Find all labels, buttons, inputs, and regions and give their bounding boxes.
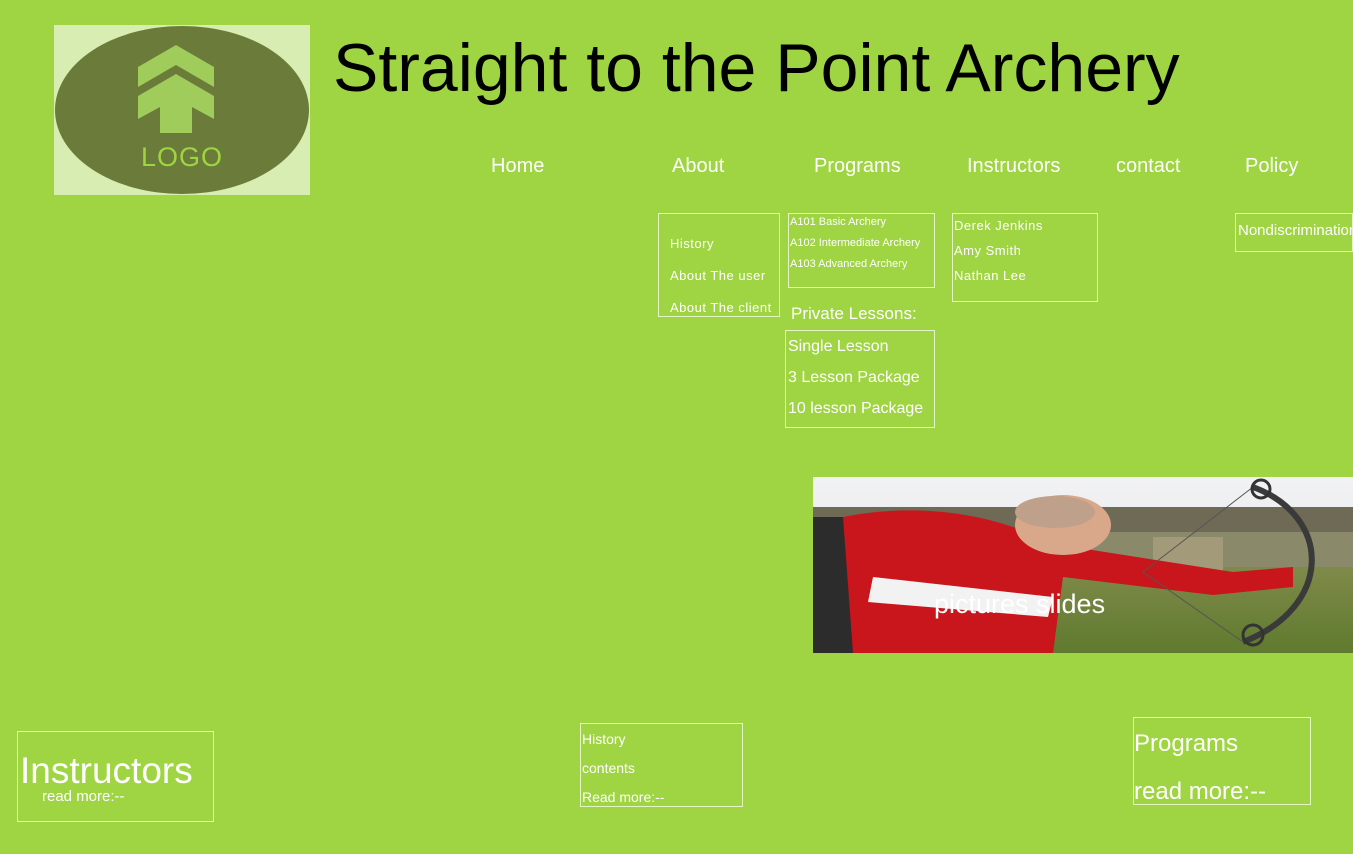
- nav-contact[interactable]: contact: [1116, 155, 1180, 178]
- private-lessons-heading: Private Lessons:: [791, 304, 917, 323]
- nav-instructors[interactable]: Instructors: [967, 155, 1060, 178]
- menu-item-about-client[interactable]: About The client: [670, 300, 772, 315]
- history-card-contents: contents: [582, 760, 635, 776]
- instructors-card-title: Instructors: [20, 750, 193, 791]
- history-card-read-more[interactable]: Read more:--: [582, 789, 664, 805]
- slideshow-caption: pictures slides: [934, 589, 1106, 619]
- about-dropdown: History About The user About The client: [658, 213, 780, 317]
- instructors-dropdown: Derek Jenkins Amy Smith Nathan Lee: [952, 213, 1098, 302]
- logo-text: LOGO: [140, 142, 224, 172]
- menu-item-derek-jenkins[interactable]: Derek Jenkins: [954, 218, 1043, 233]
- menu-item-about-user[interactable]: About The user: [670, 268, 766, 283]
- archer-photo: [813, 477, 1353, 653]
- instructors-card[interactable]: Instructors read more:--: [17, 731, 214, 822]
- policy-dropdown: Nondiscrimination: [1235, 213, 1353, 252]
- private-lessons-dropdown: Single Lesson 3 Lesson Package 10 lesson…: [785, 330, 935, 428]
- menu-item-a102[interactable]: A102 Intermediate Archery: [790, 237, 920, 249]
- programs-card-read-more[interactable]: read more:--: [1134, 778, 1266, 806]
- programs-dropdown: A101 Basic Archery A102 Intermediate Arc…: [788, 213, 935, 288]
- picture-slideshow[interactable]: pictures slides: [813, 477, 1353, 653]
- history-card-title: History: [582, 731, 626, 747]
- menu-item-single-lesson[interactable]: Single Lesson: [788, 338, 889, 356]
- programs-card-title: Programs: [1134, 730, 1239, 757]
- site-title: Straight to the Point Archery: [333, 30, 1180, 106]
- menu-item-nondiscrimination[interactable]: Nondiscrimination: [1238, 222, 1352, 239]
- history-card[interactable]: History contents Read more:--: [580, 723, 743, 807]
- instructors-card-read-more[interactable]: read more:--: [42, 788, 125, 805]
- nav-home[interactable]: Home: [491, 155, 544, 178]
- menu-item-a103[interactable]: A103 Advanced Archery: [790, 258, 907, 270]
- programs-card[interactable]: Programs read more:--: [1133, 717, 1311, 805]
- menu-item-history[interactable]: History: [670, 236, 714, 251]
- logo[interactable]: LOGO: [54, 25, 310, 195]
- nav-policy[interactable]: Policy: [1245, 155, 1298, 178]
- nav-about[interactable]: About: [672, 155, 724, 178]
- menu-item-nathan-lee[interactable]: Nathan Lee: [954, 268, 1026, 283]
- menu-item-3-lesson-package[interactable]: 3 Lesson Package: [788, 369, 920, 387]
- menu-item-10-lesson-package[interactable]: 10 lesson Package: [788, 400, 923, 418]
- menu-item-amy-smith[interactable]: Amy Smith: [954, 243, 1021, 258]
- nav-programs[interactable]: Programs: [814, 155, 901, 178]
- menu-item-a101[interactable]: A101 Basic Archery: [790, 216, 886, 228]
